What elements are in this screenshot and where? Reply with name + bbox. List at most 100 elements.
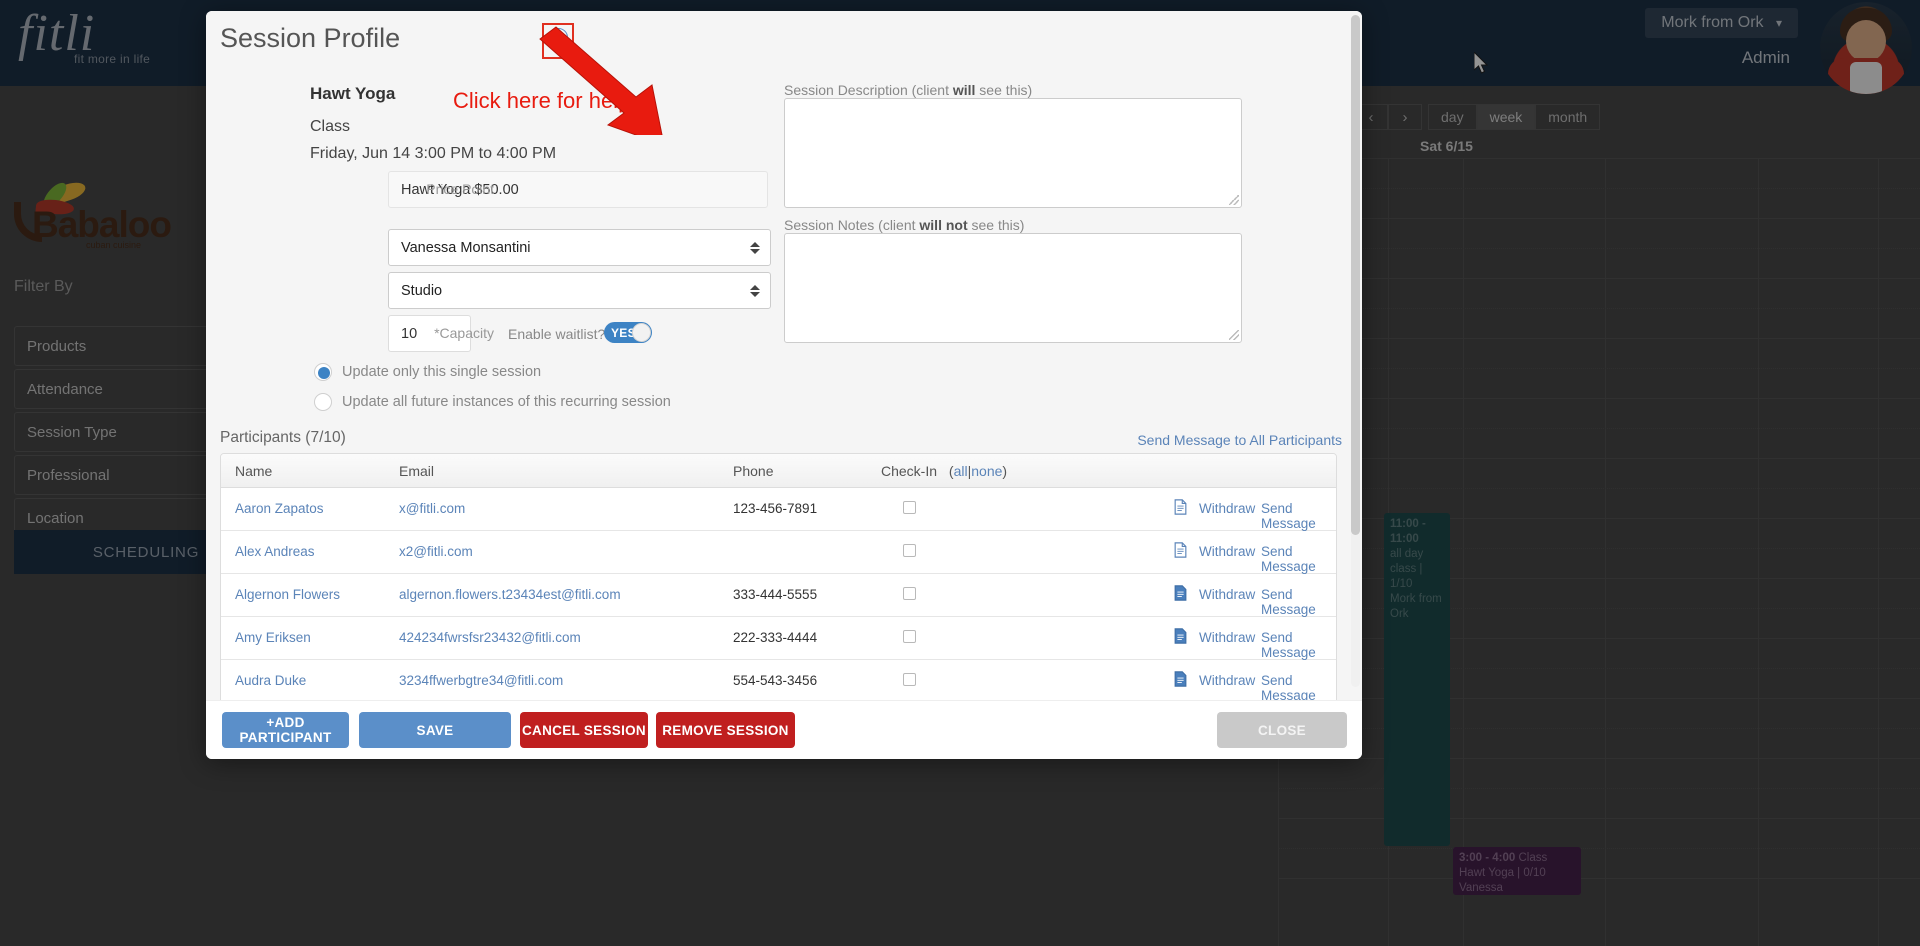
waitlist-toggle[interactable]: YES (604, 322, 652, 343)
column-header-checkin: Check-In (all|none) (881, 463, 1007, 479)
withdraw-link[interactable]: Withdraw (1199, 544, 1255, 559)
participant-name[interactable]: Amy Eriksen (235, 630, 311, 645)
participant-checkin-checkbox[interactable] (903, 587, 916, 600)
withdraw-link[interactable]: Withdraw (1199, 501, 1255, 516)
table-row[interactable]: Aaron Zapatos x@fitli.com 123-456-7891 W… (221, 488, 1336, 531)
price-point-label: Price Point (426, 181, 494, 197)
participant-name[interactable]: Alex Andreas (235, 544, 315, 559)
send-message-all-link[interactable]: Send Message to All Participants (1137, 432, 1342, 448)
page-title: Session Profile (220, 23, 401, 53)
professional-row: *Professional Vanessa Monsantini (388, 229, 771, 266)
table-row[interactable]: Amy Eriksen 424234fwrsfsr23432@fitli.com… (221, 617, 1336, 660)
capacity-label: *Capacity (434, 325, 494, 341)
close-button[interactable]: CLOSE (1217, 712, 1347, 748)
withdraw-link[interactable]: Withdraw (1199, 630, 1255, 645)
checkin-all-link[interactable]: all (954, 463, 968, 479)
radio-update-single-label: Update only this single session (342, 364, 542, 380)
modal-footer: +ADD PARTICIPANT SAVE CANCEL SESSION REM… (206, 700, 1362, 759)
participant-phone: 222-333-4444 (733, 630, 818, 645)
participant-email[interactable]: algernon.flowers.t23434est@fitli.com (399, 587, 621, 602)
participant-phone: 333-444-5555 (733, 587, 818, 602)
add-participant-button[interactable]: +ADD PARTICIPANT (222, 712, 349, 748)
participant-phone: 123-456-7891 (733, 501, 818, 516)
session-notes-label-pre: Session Notes (client (784, 217, 920, 233)
send-message-link[interactable]: Send Message (1261, 544, 1336, 574)
participant-name[interactable]: Algernon Flowers (235, 587, 340, 602)
session-notes-textarea[interactable] (784, 233, 1242, 343)
session-description-label-bold: will (952, 82, 976, 98)
session-notes-label-post: see this) (967, 217, 1025, 233)
column-header-checkin-label: Check-In (881, 463, 938, 479)
document-icon[interactable] (1174, 499, 1187, 515)
resize-grip-icon[interactable] (1229, 195, 1239, 205)
modal-body: Session Profile ? Click here for help Ha… (206, 11, 1362, 700)
save-button[interactable]: SAVE (359, 712, 511, 748)
cancel-session-button[interactable]: CANCEL SESSION (520, 712, 648, 748)
participant-name[interactable]: Aaron Zapatos (235, 501, 324, 516)
spinner-icon (750, 284, 760, 297)
radio-update-all-future-label: Update all future instances of this recu… (342, 394, 671, 410)
radio-icon-selected (314, 363, 332, 381)
column-header-email: Email (399, 463, 435, 479)
help-icon[interactable]: ? (549, 28, 568, 47)
facility-row: *Facility Studio (388, 272, 771, 309)
session-description-label: Session Description (client will see thi… (784, 82, 1032, 98)
participants-table: Name Email Phone Check-In (all|none) Aar… (220, 453, 1337, 700)
session-profile-modal: Session Profile ? Click here for help Ha… (206, 11, 1362, 759)
send-message-link[interactable]: Send Message (1261, 673, 1336, 700)
capacity-row: *Capacity 10 (388, 315, 494, 352)
withdraw-link[interactable]: Withdraw (1199, 673, 1255, 688)
session-name: Hawt Yoga (310, 84, 396, 103)
participant-checkin-checkbox[interactable] (903, 673, 916, 686)
document-icon-filled[interactable] (1174, 671, 1187, 687)
document-icon-filled[interactable] (1174, 628, 1187, 644)
participants-table-header: Name Email Phone Check-In (all|none) (221, 454, 1336, 488)
participant-checkin-checkbox[interactable] (903, 630, 916, 643)
price-point-row: Price Point Hawt Yoga $50.00 (388, 171, 768, 208)
participant-email[interactable]: x2@fitli.com (399, 544, 473, 559)
column-header-phone: Phone (733, 463, 774, 479)
facility-value: Studio (401, 282, 443, 299)
table-row[interactable]: Audra Duke 3234ffwerbgtre34@fitli.com 55… (221, 660, 1336, 700)
waitlist-label: Enable waitlist? (508, 326, 606, 342)
checkin-close-paren: ) (1002, 463, 1008, 479)
send-message-link[interactable]: Send Message (1261, 501, 1336, 531)
participant-email[interactable]: 424234fwrsfsr23432@fitli.com (399, 630, 581, 645)
spinner-icon (750, 241, 760, 254)
session-description-textarea[interactable] (784, 98, 1242, 208)
professional-value: Vanessa Monsantini (401, 239, 531, 256)
participant-checkin-checkbox[interactable] (903, 501, 916, 514)
remove-session-button[interactable]: REMOVE SESSION (656, 712, 795, 748)
facility-select[interactable]: Studio (388, 272, 771, 309)
modal-scrollbar[interactable] (1351, 15, 1360, 687)
document-icon[interactable] (1174, 542, 1187, 558)
participant-phone: 554-543-3456 (733, 673, 818, 688)
resize-grip-icon[interactable] (1229, 330, 1239, 340)
waitlist-toggle-knob (632, 323, 651, 342)
participant-checkin-checkbox[interactable] (903, 544, 916, 557)
radio-update-single[interactable]: Update only this single session (314, 363, 541, 381)
modal-scrollbar-thumb[interactable] (1351, 15, 1360, 535)
withdraw-link[interactable]: Withdraw (1199, 587, 1255, 602)
participant-name[interactable]: Audra Duke (235, 673, 306, 688)
session-notes-label: Session Notes (client will not see this) (784, 217, 1024, 233)
participant-email[interactable]: x@fitli.com (399, 501, 465, 516)
send-message-link[interactable]: Send Message (1261, 587, 1336, 617)
radio-update-all-future[interactable]: Update all future instances of this recu… (314, 393, 671, 411)
professional-select[interactable]: Vanessa Monsantini (388, 229, 771, 266)
callout-arrow-icon (539, 26, 663, 135)
participants-title: Participants (7/10) (220, 429, 346, 446)
session-description-label-pre: Session Description (client (784, 82, 953, 98)
participant-email[interactable]: 3234ffwerbgtre34@fitli.com (399, 673, 563, 688)
session-description-label-post: see this) (975, 82, 1033, 98)
radio-icon-unselected (314, 393, 332, 411)
table-row[interactable]: Algernon Flowers algernon.flowers.t23434… (221, 574, 1336, 617)
session-type: Class (310, 118, 351, 135)
send-message-link[interactable]: Send Message (1261, 630, 1336, 660)
document-icon-filled[interactable] (1174, 585, 1187, 601)
session-notes-label-bold: will not (919, 217, 968, 233)
checkin-none-link[interactable]: none (971, 463, 1002, 479)
table-row[interactable]: Alex Andreas x2@fitli.com Withdraw Send … (221, 531, 1336, 574)
session-datetime: Friday, Jun 14 3:00 PM to 4:00 PM (310, 145, 557, 162)
column-header-name: Name (235, 463, 273, 479)
